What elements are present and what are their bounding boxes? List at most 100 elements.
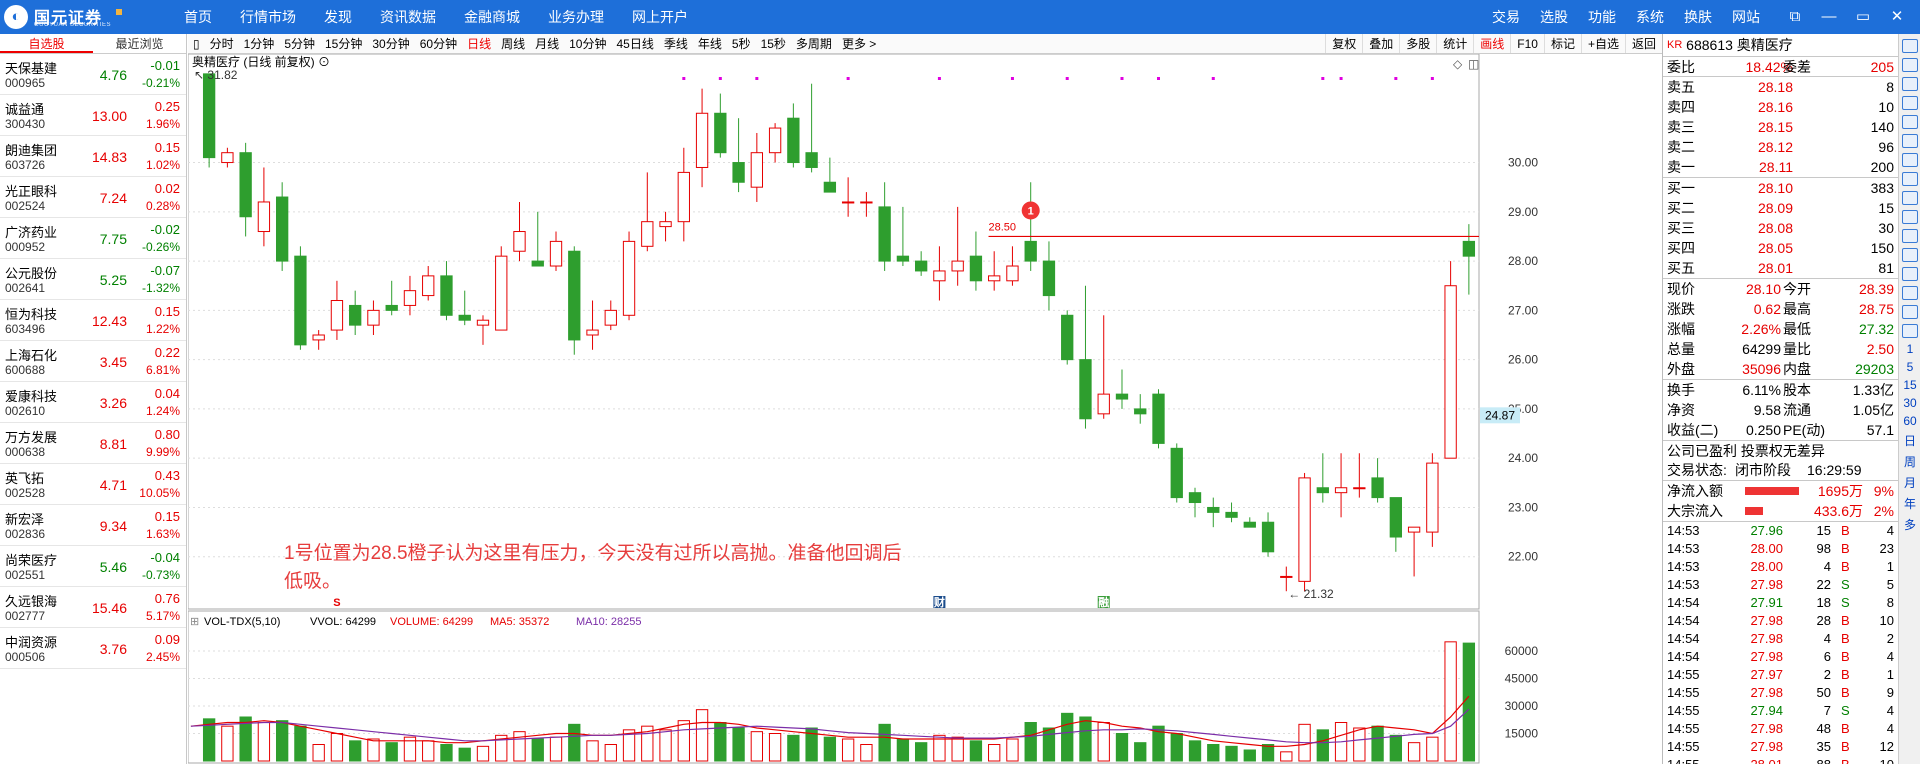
event-mark[interactable]: 财 [933,595,945,609]
period-8[interactable]: 月线 [530,34,564,53]
nav-item-5[interactable]: 业务办理 [534,0,618,34]
side-period-0[interactable]: 1 [1899,342,1920,356]
nav-item-4[interactable]: 金融商城 [450,0,534,34]
tool-8[interactable]: 返回 [1624,34,1662,53]
period-10[interactable]: 45日线 [611,34,658,53]
expand-icon[interactable]: ◫ [1468,57,1479,71]
right-nav-item-5[interactable]: 网站 [1722,0,1770,34]
side-tool-icon[interactable] [1901,77,1918,91]
nav-item-6[interactable]: 网上开户 [618,0,702,34]
watchlist-item[interactable]: 公元股份 002641 5.25 -0.07 -1.32% [0,259,186,300]
bid-level[interactable]: 买五 28.01 81 [1663,258,1898,278]
tool-0[interactable]: 复权 [1325,34,1362,53]
side-period-6[interactable]: 周 [1899,453,1920,470]
watchlist-item[interactable]: 天保基建 000965 4.76 -0.01 -0.21% [0,54,186,95]
side-tool-icon[interactable] [1901,58,1918,72]
period-14[interactable]: 15秒 [756,34,791,53]
event-mark[interactable]: S [333,597,340,609]
watchlist-item[interactable]: 万方发展 000638 8.81 0.80 9.99% [0,423,186,464]
watchlist-item[interactable]: 上海石化 600688 3.45 0.22 6.81% [0,341,186,382]
layout-icon[interactable]: ▯ [188,34,205,53]
period-13[interactable]: 5秒 [727,34,756,53]
tool-4[interactable]: 画线 [1473,34,1510,53]
side-tool-icon[interactable] [1901,134,1918,148]
side-tool-icon[interactable] [1901,153,1918,167]
period-3[interactable]: 15分钟 [320,34,367,53]
side-tool-icon[interactable] [1901,96,1918,110]
tool-1[interactable]: 叠加 [1362,34,1399,53]
side-period-7[interactable]: 月 [1899,474,1920,491]
tool-6[interactable]: 标记 [1543,34,1581,53]
side-period-3[interactable]: 30 [1899,396,1920,410]
watchlist-item[interactable]: 爱康科技 002610 3.26 0.04 1.24% [0,382,186,423]
period-11[interactable]: 季线 [659,34,693,53]
period-9[interactable]: 10分钟 [564,34,611,53]
nav-item-0[interactable]: 首页 [170,0,226,34]
kline-chart[interactable]: 22.0023.0024.0025.0026.0027.0028.0029.00… [188,54,1662,764]
side-period-9[interactable]: 多 [1899,516,1920,533]
bid-level[interactable]: 买一 28.10 383 [1663,178,1898,198]
right-nav-item-2[interactable]: 功能 [1578,0,1626,34]
bid-level[interactable]: 买四 28.05 150 [1663,238,1898,258]
broker-logo[interactable]: ◐ 国元证券 GUOYUAN SECURITIES [4,3,134,31]
side-period-5[interactable]: 日 [1899,432,1920,449]
tool-3[interactable]: 统计 [1436,34,1473,53]
watchlist-item[interactable]: 英飞拓 002528 4.71 0.43 10.05% [0,464,186,505]
watchlist-item[interactable]: 广济药业 000952 7.75 -0.02 -0.26% [0,218,186,259]
side-tool-icon[interactable] [1901,191,1918,205]
diamond-icon[interactable]: ◇ [1453,57,1463,71]
period-0[interactable]: 分时 [205,34,239,53]
right-nav-item-3[interactable]: 系统 [1626,0,1674,34]
ask-level[interactable]: 卖四 28.16 10 [1663,97,1898,117]
ask-level[interactable]: 卖五 28.18 8 [1663,77,1898,97]
right-nav-item-4[interactable]: 换肤 [1674,0,1722,34]
minimize-icon[interactable]: — [1812,0,1846,34]
watchlist-item[interactable]: 尚荣医疗 002551 5.46 -0.04 -0.73% [0,546,186,587]
watchlist-item[interactable]: 中润资源 000506 3.76 0.09 2.45% [0,628,186,669]
tab-watchlist[interactable]: 自选股 [0,34,93,53]
watchlist-item[interactable]: 诚益通 300430 13.00 0.25 1.96% [0,95,186,136]
maximize-icon[interactable]: ▭ [1846,0,1880,34]
side-tool-icon[interactable] [1901,39,1918,53]
tool-5[interactable]: F10 [1510,34,1544,53]
period-2[interactable]: 5分钟 [279,34,320,53]
close-icon[interactable]: ✕ [1880,0,1914,34]
watchlist-item[interactable]: 久远银海 002777 15.46 0.76 5.17% [0,587,186,628]
tool-2[interactable]: 多股 [1399,34,1436,53]
nav-item-2[interactable]: 发现 [310,0,366,34]
side-tool-icon[interactable] [1901,267,1918,281]
right-nav-item-0[interactable]: 交易 [1482,0,1530,34]
side-period-4[interactable]: 60 [1899,414,1920,428]
period-7[interactable]: 周线 [496,34,530,53]
restore-icon[interactable]: ⧉ [1778,0,1812,34]
watchlist-item[interactable]: 新宏泽 002836 9.34 0.15 1.63% [0,505,186,546]
side-period-8[interactable]: 年 [1899,495,1920,512]
side-tool-icon[interactable] [1901,248,1918,262]
watchlist-item[interactable]: 光正眼科 002524 7.24 0.02 0.28% [0,177,186,218]
period-6[interactable]: 日线 [462,34,496,53]
side-period-1[interactable]: 5 [1899,360,1920,374]
event-mark[interactable]: 融 [1098,595,1109,609]
side-tool-icon[interactable] [1901,210,1918,224]
period-12[interactable]: 年线 [693,34,727,53]
watchlist-item[interactable]: 朗迪集团 603726 14.83 0.15 1.02% [0,136,186,177]
bid-level[interactable]: 买三 28.08 30 [1663,218,1898,238]
period-5[interactable]: 60分钟 [415,34,462,53]
nav-item-3[interactable]: 资讯数据 [366,0,450,34]
period-16[interactable]: 更多 > [837,34,881,53]
ask-level[interactable]: 卖一 28.11 200 [1663,157,1898,177]
side-tool-icon[interactable] [1901,305,1918,319]
period-1[interactable]: 1分钟 [239,34,280,53]
tab-recent[interactable]: 最近浏览 [93,34,186,53]
bid-level[interactable]: 买二 28.09 15 [1663,198,1898,218]
nav-item-1[interactable]: 行情市场 [226,0,310,34]
ask-level[interactable]: 卖三 28.15 140 [1663,117,1898,137]
tool-7[interactable]: +自选 [1580,34,1625,53]
period-15[interactable]: 多周期 [791,34,837,53]
ask-level[interactable]: 卖二 28.12 96 [1663,137,1898,157]
side-tool-icon[interactable] [1901,229,1918,243]
watchlist-item[interactable]: 恒为科技 603496 12.43 0.15 1.22% [0,300,186,341]
side-tool-icon[interactable] [1901,286,1918,300]
side-period-2[interactable]: 15 [1899,378,1920,392]
side-tool-icon[interactable] [1901,172,1918,186]
